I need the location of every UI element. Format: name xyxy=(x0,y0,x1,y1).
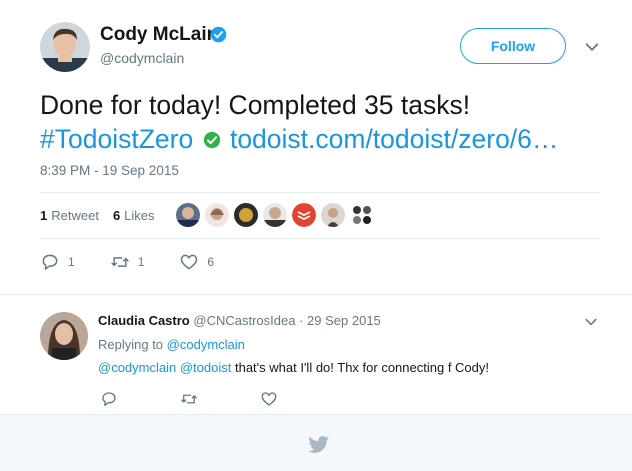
heart-icon xyxy=(181,254,198,270)
tweet-text: Done for today! Completed 35 tasks! #Tod… xyxy=(40,88,600,156)
main-tweet: Cody McLain @codymclain Follow Done for … xyxy=(0,0,632,295)
reply-count: 1 xyxy=(68,255,75,269)
verified-badge-icon xyxy=(210,26,227,43)
liker-avatar[interactable] xyxy=(263,203,287,227)
reply-author-handle[interactable]: @CNCastrosIdea xyxy=(193,313,295,328)
mention-link[interactable]: @codymclain xyxy=(98,360,176,375)
mention-link[interactable]: @todoist xyxy=(180,360,232,375)
liker-avatar[interactable] xyxy=(321,203,345,227)
replying-to-mention[interactable]: @codymclain xyxy=(167,337,245,352)
author-handle[interactable]: @codymclain xyxy=(100,50,184,66)
like-stat[interactable]: 6 Likes xyxy=(113,208,155,223)
follow-button[interactable]: Follow xyxy=(460,28,566,64)
author-name[interactable]: Cody McLain xyxy=(100,24,218,46)
engagement-stats: 1 Retweet 6 Likes xyxy=(40,208,169,223)
reply-author-avatar[interactable] xyxy=(40,312,88,360)
liker-avatars xyxy=(176,203,379,227)
heart-icon[interactable] xyxy=(260,390,278,408)
liker-avatar[interactable] xyxy=(234,203,258,227)
url-link[interactable]: todoist.com/todoist/zero/6… xyxy=(230,124,558,154)
liker-avatar[interactable] xyxy=(176,203,200,227)
retweet-action-count: 1 xyxy=(137,255,145,269)
todoist-logo-avatar[interactable] xyxy=(292,203,316,227)
reply-text: @codymclain @todoist that's what I'll do… xyxy=(98,360,489,375)
retweet-stat[interactable]: 1 Retweet xyxy=(40,208,99,223)
hashtag-link[interactable]: #TodoistZero xyxy=(40,124,193,154)
divider xyxy=(40,192,600,193)
retweet-icon[interactable] xyxy=(180,390,198,408)
twitter-bird-icon[interactable] xyxy=(308,436,330,454)
like-action[interactable]: 6 xyxy=(179,252,214,272)
chevron-down-icon[interactable] xyxy=(583,314,599,330)
reply-icon[interactable] xyxy=(100,390,118,408)
meta-separator: · xyxy=(299,313,304,328)
retweet-count: 1 xyxy=(40,208,48,223)
liker-avatar[interactable] xyxy=(350,203,374,227)
like-action-count: 6 xyxy=(207,255,215,269)
author-avatar[interactable] xyxy=(40,22,90,72)
reply-header: Claudia Castro @CNCastrosIdea · 29 Sep 2… xyxy=(98,313,381,328)
like-stat-label: Likes xyxy=(124,208,155,223)
reply-icon xyxy=(42,254,58,270)
tweet-timestamp[interactable]: 8:39 PM - 19 Sep 2015 xyxy=(40,163,179,178)
tweet-actions: 1 1 6 xyxy=(40,252,249,272)
reply-actions xyxy=(100,390,340,408)
check-circle-icon xyxy=(203,131,220,149)
tweet-text-line1: Done for today! Completed 35 tasks! xyxy=(40,90,471,120)
chevron-down-icon[interactable] xyxy=(583,38,601,56)
replying-to: Replying to @codymclain xyxy=(98,337,245,352)
retweet-action[interactable]: 1 xyxy=(110,252,145,272)
retweet-stat-label: Retweet xyxy=(51,208,99,223)
liker-avatar[interactable] xyxy=(205,203,229,227)
reply-date[interactable]: 29 Sep 2015 xyxy=(307,313,381,328)
retweet-icon xyxy=(111,257,129,267)
like-count: 6 xyxy=(112,208,121,223)
reply-body: that's what I'll do! Thx for connecting … xyxy=(234,360,490,375)
divider xyxy=(40,238,600,239)
reply-action[interactable]: 1 xyxy=(40,252,75,272)
reply-author-name[interactable]: Claudia Castro xyxy=(98,313,190,328)
replying-prefix: Replying to xyxy=(98,337,164,352)
